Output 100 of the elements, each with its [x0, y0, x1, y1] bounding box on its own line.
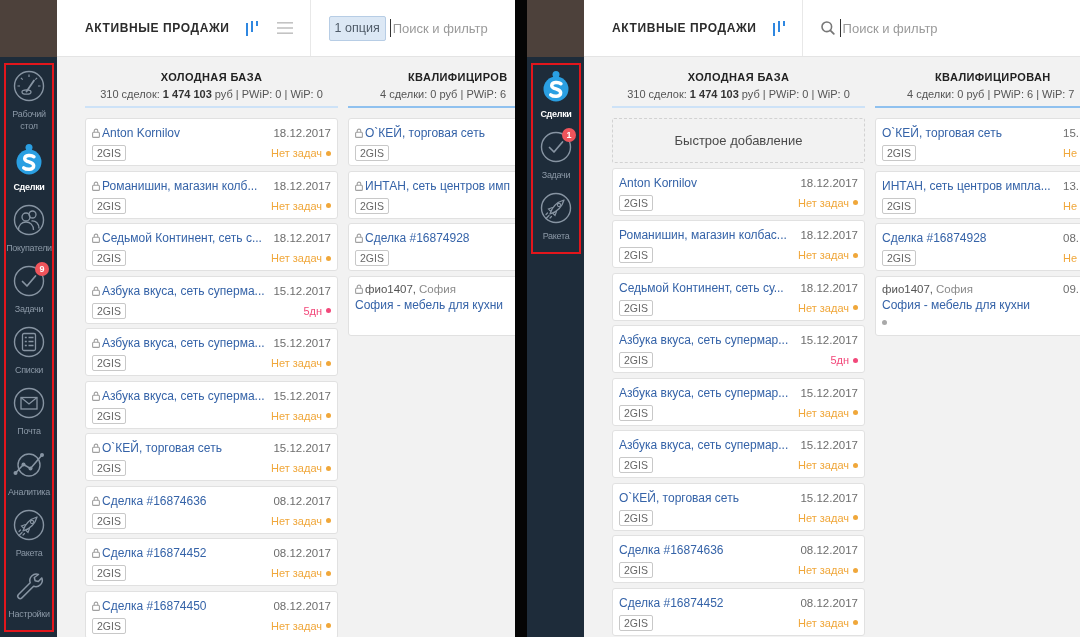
deal-card[interactable]: О`КЕЙ, торговая сеть 2GIS: [348, 118, 515, 166]
column-summary: 310 сделок: 1 474 103 руб | PWiP: 0 | WiP: 0: [100, 87, 323, 102]
count-badge: 1: [562, 128, 576, 142]
nav-item[interactable]: Сделки: [6, 138, 52, 199]
deal-title: Сделка #16874928: [882, 230, 987, 247]
deal-card[interactable]: Азбука вкуса, сеть супермар... 15.12.2017 2GIS Нет задач: [612, 430, 865, 478]
deal-title: ИНТАН, сеть центров импла...: [882, 177, 1051, 195]
deal-title: О`КЕЙ, торговая сеть: [882, 124, 1002, 142]
task-status: 5дн: [830, 353, 849, 367]
filter-chip[interactable]: 1 опция: [328, 15, 386, 41]
deal-card[interactable]: Сделка #16874928 08. 2GIS Не: [875, 223, 1080, 271]
nav-item[interactable]: Покупатели: [6, 199, 52, 260]
nav-item[interactable]: Аналитика: [6, 443, 52, 504]
nav-item[interactable]: Настройки: [6, 565, 52, 626]
deal-card[interactable]: Азбука вкуса, сеть суперма... 15.12.2017 2GIS Нет задач: [85, 328, 338, 376]
task-status: Нет задач: [271, 513, 322, 528]
task-status: Нет задач: [798, 405, 849, 420]
quick-add-button[interactable]: Быстрое добавление: [612, 118, 865, 163]
list-icon: [13, 326, 45, 358]
deal-card[interactable]: Сделка #16874452 08.12.2017 2GIS Нет задач: [612, 587, 865, 636]
task-status: Нет задач: [271, 566, 322, 580]
deal-title: ИНТАН, сеть центров имп: [365, 177, 510, 195]
task-status: 5дн: [303, 303, 322, 318]
photo-placeholder[interactable]: [0, 0, 57, 57]
column-summary: 310 сделок: 1 474 103 руб | PWiP: 0 | WiP: 0: [627, 87, 850, 102]
bars-icon[interactable]: [772, 20, 785, 36]
deal-date: 15.12.2017: [273, 337, 331, 349]
task-status: Нет задач: [798, 563, 849, 577]
task-status: Нет задач: [798, 615, 849, 630]
deal-date: 15.12.2017: [273, 284, 331, 297]
company-name: София: [419, 282, 456, 295]
task-status: Нет задач: [798, 300, 849, 315]
nav-item[interactable]: Рабочий стол: [6, 65, 52, 138]
deal-card[interactable]: Азбука вкуса, сеть супермар... 15.12.2017 2GIS 5дн: [612, 325, 865, 373]
deal-title: Сделка #16874636: [102, 492, 207, 510]
deal-title: София - мебель для кухни: [882, 296, 1031, 314]
deal-card[interactable]: Азбука вкуса, сеть суперма... 15.12.2017 2GIS Нет задач: [85, 380, 338, 429]
task-status: Не: [1063, 146, 1078, 160]
source-tag: 2GIS: [619, 562, 653, 578]
deal-card[interactable]: О`КЕЙ, торговая сеть 15. 2GIS Не: [875, 118, 1080, 166]
deal-card[interactable]: ИНТАН, сеть центров импла... 13. 2GIS Не: [875, 170, 1080, 219]
deal-card[interactable]: Anton Kornilov 18.12.2017 2GIS Нет задач: [612, 167, 865, 216]
gauge-icon: [13, 70, 45, 102]
nav-item[interactable]: Ракета: [6, 504, 52, 565]
source-tag: 2GIS: [92, 617, 126, 634]
deal-card[interactable]: Сделка #16874636 08.12.2017 2GIS Нет задач: [85, 485, 338, 534]
deal-card[interactable]: Седьмой Континент, сеть с... 18.12.2017 2GIS Нет задач: [85, 223, 338, 271]
nav-item[interactable]: Списки: [6, 321, 52, 382]
deal-date: 08.12.2017: [273, 599, 331, 612]
column-title: ХОЛОДНАЯ БАЗА: [160, 70, 263, 84]
deal-date: 15.12.2017: [273, 389, 331, 402]
nav-item[interactable]: 1 Задачи: [533, 126, 579, 187]
column-title: КВАЛИФИЦИРОВ: [408, 70, 508, 84]
task-status: Нет задач: [798, 195, 849, 210]
nav-item[interactable]: 9 Задачи: [6, 260, 52, 321]
deal-card[interactable]: Романишин, магазин колб... 18.12.2017 2GIS Нет задач: [85, 170, 338, 219]
deal-card[interactable]: О`КЕЙ, торговая сеть 15.12.2017 2GIS Нет задач: [612, 482, 865, 531]
deal-card[interactable]: Романишин, магазин колбас... 18.12.2017 2GIS Нет задач: [612, 220, 865, 268]
source-tag: 2GIS: [882, 250, 916, 266]
rocket-icon: [13, 509, 45, 541]
deal-card[interactable]: Сделка #16874928 2GIS: [348, 223, 515, 271]
source-tag: 2GIS: [92, 302, 126, 319]
deal-card[interactable]: Сделка #16874450 08.12.2017 2GIS Нет задач: [85, 590, 338, 637]
column-title: КВАЛИФИЦИРОВАН: [935, 70, 1051, 84]
deal-date: 18.12.2017: [273, 179, 331, 192]
source-tag: 2GIS: [92, 565, 126, 581]
task-status: Нет задач: [271, 198, 322, 213]
deal-card[interactable]: Седьмой Континент, сеть су... 18.12.2017 2GIS Нет задач: [612, 272, 865, 321]
search-field[interactable]: Поиск и фильтр: [840, 18, 1080, 38]
deal-card[interactable]: ИНТАН, сеть центров имп 2GIS: [348, 170, 515, 219]
contact-card[interactable]: фио1407, София 09. София - мебель для кухни: [875, 275, 1080, 336]
deal-title: Азбука вкуса, сеть суперма...: [102, 335, 265, 352]
board-title: АКТИВНЫЕ ПРОДАЖИ: [85, 21, 230, 35]
deal-date: 18.12.2017: [800, 229, 858, 241]
bars-icon[interactable]: [245, 20, 258, 36]
deal-title: Сделка #16874452: [619, 594, 724, 612]
search-field[interactable]: Поиск и фильтр: [390, 18, 515, 38]
deal-card[interactable]: Азбука вкуса, сеть суперма... 15.12.2017 2GIS 5дн: [85, 275, 338, 324]
photo-placeholder[interactable]: [527, 0, 584, 57]
deal-card[interactable]: Сделка #16874636 08.12.2017 2GIS Нет задач: [612, 535, 865, 583]
deal-card[interactable]: О`КЕЙ, торговая сеть 15.12.2017 2GIS Нет задач: [85, 433, 338, 481]
deal-date: 15.12.2017: [273, 442, 331, 454]
deal-title: Anton Kornilov: [619, 174, 698, 192]
contact-card[interactable]: фио1407, София София - мебель для кухни: [348, 275, 515, 336]
source-tag: 2GIS: [92, 250, 126, 266]
menu-icon[interactable]: [276, 22, 293, 34]
task-status: Нет задач: [271, 618, 322, 633]
source-tag: 2GIS: [619, 509, 653, 526]
deal-date: 15.: [1063, 127, 1079, 139]
deal-date: 15.12.2017: [800, 491, 858, 504]
deal-card[interactable]: Anton Kornilov 18.12.2017 2GIS Нет задач: [85, 118, 338, 166]
deal-card[interactable]: Сделка #16874452 08.12.2017 2GIS Нет задач: [85, 538, 338, 586]
source-tag: 2GIS: [92, 145, 126, 161]
deal-card[interactable]: Азбука вкуса, сеть супермар... 15.12.2017 2GIS Нет задач: [612, 377, 865, 426]
nav-item[interactable]: Ракета: [533, 187, 579, 248]
deal-date: 15.12.2017: [800, 386, 858, 399]
task-status: Нет задач: [798, 248, 849, 262]
nav-item[interactable]: Почта: [6, 382, 52, 443]
deal-date: 18.12.2017: [800, 281, 858, 294]
nav-item[interactable]: Сделки: [533, 65, 579, 126]
